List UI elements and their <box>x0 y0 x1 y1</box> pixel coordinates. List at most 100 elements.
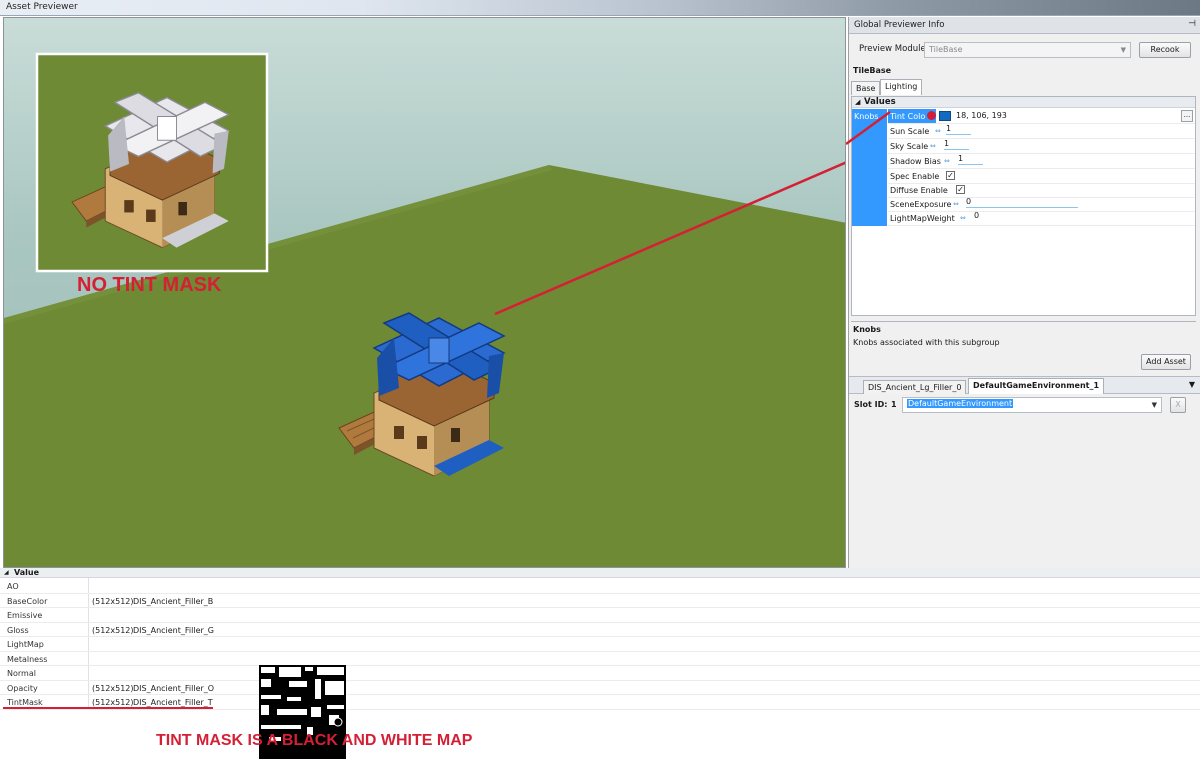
property-row-sky-scale[interactable]: Sky Scale ⇔ 1 <box>888 139 1195 154</box>
texture-slot-name: Emissive <box>7 611 43 620</box>
slot-clear-button[interactable]: X <box>1170 397 1186 413</box>
property-name-diffuse-enable: Diffuse Enable <box>890 186 948 195</box>
texture-size: (512x512) <box>92 683 134 693</box>
property-name-tint-color: Tint Colo <box>890 112 926 121</box>
property-name-lightmap-weight: LightMapWeight <box>890 214 955 223</box>
slot-environment-value: DefaultGameEnvironment <box>907 399 1014 408</box>
tab-dis-ancient-lg-filler[interactable]: DIS_Ancient_Lg_Filler_0 <box>863 380 967 394</box>
annotation-connector <box>846 110 891 146</box>
window-title-bar: Asset Previewer <box>0 0 1200 16</box>
slider-track[interactable] <box>946 134 971 135</box>
texture-file: DIS_Ancient_Filler_B <box>133 596 214 606</box>
property-value-sky-scale[interactable]: 1 <box>944 139 949 148</box>
property-name-spec-enable: Spec Enable <box>890 172 940 181</box>
tab-base[interactable]: Base <box>851 81 881 95</box>
texture-slot-name: AO <box>7 582 19 591</box>
preview-viewport[interactable]: NO TINT MASK <box>3 17 846 568</box>
tab-default-game-environment[interactable]: DefaultGameEnvironment_1 <box>968 378 1105 394</box>
texture-slot-name: TintMask <box>7 698 43 707</box>
description-title: Knobs <box>853 325 881 334</box>
texture-row-basecolor[interactable]: BaseColor (512x512) DIS_Ancient_Filler_B <box>0 594 1200 608</box>
value-header-text: Value <box>14 568 40 577</box>
property-row-diffuse-enable[interactable]: Diffuse Enable ✓ <box>888 183 1195 198</box>
color-picker-button[interactable]: ... <box>1181 110 1193 122</box>
property-value-lightmap-weight[interactable]: 0 <box>974 211 979 220</box>
texture-row-ao[interactable]: AO <box>0 579 1200 594</box>
slot-id-label: Slot ID: <box>854 400 888 409</box>
diffuse-enable-checkbox[interactable]: ✓ <box>956 185 965 194</box>
texture-row-opacity[interactable]: Opacity (512x512) DIS_Ancient_Filler_O <box>0 681 1200 695</box>
property-value-tint-color[interactable]: 18, 106, 193 <box>956 111 1007 120</box>
global-previewer-panel: Global Previewer Info ⊣ Preview Modules … <box>848 17 1200 568</box>
tab-overflow-icon[interactable]: ▼ <box>1189 380 1195 389</box>
pin-icon[interactable]: ⊣ <box>1188 19 1196 29</box>
texture-slot-name: BaseColor <box>7 596 48 606</box>
texture-file: DIS_Ancient_Filler_O <box>133 683 215 693</box>
property-row-tint-color[interactable]: Tint Colo 18, 106, 193 ... <box>888 109 1195 124</box>
property-value-sun-scale[interactable]: 1 <box>946 124 951 133</box>
values-section-header[interactable]: ◢ Values <box>852 97 1195 108</box>
slot-environment-combo[interactable]: DefaultGameEnvironment ▼ <box>902 397 1162 413</box>
property-name-sun-scale: Sun Scale <box>890 127 930 136</box>
texture-size: (512x512) <box>92 596 134 606</box>
preview-modules-label: Preview Modules <box>859 44 931 54</box>
collapse-icon[interactable]: ◢ <box>855 98 860 106</box>
slider-arrows-icon[interactable]: ⇔ <box>930 142 936 150</box>
texture-property-grid: ◢ Value AO BaseColor (512x512) DIS_Ancie… <box>0 568 1200 759</box>
property-name-shadow-bias: Shadow Bias <box>890 157 941 166</box>
texture-row-normal[interactable]: Normal <box>0 666 1200 681</box>
tintmask-underline <box>3 707 213 709</box>
texture-row-lightmap[interactable]: LightMap <box>0 637 1200 652</box>
tab-lighting[interactable]: Lighting <box>880 79 923 95</box>
texture-row-metalness[interactable]: Metalness <box>0 652 1200 666</box>
tint-mask-note: TINT MASK IS A BLACK AND WHITE MAP <box>156 732 473 749</box>
chevron-down-icon: ▼ <box>1151 401 1157 409</box>
window-title: Asset Previewer <box>6 2 78 12</box>
property-value-shadow-bias[interactable]: 1 <box>958 154 963 163</box>
panel-title: Global Previewer Info <box>854 20 945 30</box>
slider-track[interactable] <box>966 207 1078 208</box>
texture-file: DIS_Ancient_Filler_T <box>133 698 213 707</box>
inset-no-tint-preview <box>35 52 269 273</box>
slot-id-value: 1 <box>891 400 897 409</box>
environment-tab-strip: DIS_Ancient_Lg_Filler_0 DefaultGameEnvir… <box>849 376 1200 394</box>
texture-slot-name: Metalness <box>7 654 48 664</box>
no-tint-mask-label: NO TINT MASK <box>77 274 222 296</box>
color-swatch[interactable] <box>939 111 951 121</box>
texture-size: (512x512) <box>92 625 134 635</box>
property-value-scene-exposure[interactable]: 0 <box>966 197 971 206</box>
value-section-header[interactable]: ◢ Value <box>0 568 1200 578</box>
values-header-text: Values <box>864 97 896 107</box>
lighting-property-grid: ◢ Values Knobs Tint Colo 18, 106, 193 ..… <box>851 96 1196 316</box>
texture-slot-name: Opacity <box>7 683 38 693</box>
slider-track[interactable] <box>958 164 983 165</box>
property-description: Knobs Knobs associated with this subgrou… <box>851 321 1196 352</box>
property-row-spec-enable[interactable]: Spec Enable ✓ <box>888 169 1195 184</box>
description-text: Knobs associated with this subgroup <box>853 338 1000 347</box>
slider-arrows-icon[interactable]: ⇔ <box>944 157 950 165</box>
property-row-lightmap-weight[interactable]: LightMapWeight ⇔ 0 <box>888 211 1195 226</box>
texture-file: DIS_Ancient_Filler_G <box>133 625 214 635</box>
texture-slot-name: Normal <box>7 669 36 678</box>
property-name-scene-exposure: SceneExposure <box>890 200 952 209</box>
panel-header: Global Previewer Info ⊣ <box>849 17 1200 34</box>
property-row-shadow-bias[interactable]: Shadow Bias ⇔ 1 <box>888 154 1195 169</box>
collapse-icon[interactable]: ◢ <box>4 569 9 576</box>
slider-arrows-icon[interactable]: ⇔ <box>935 127 941 135</box>
preview-modules-combo[interactable]: TileBase ▼ <box>924 42 1131 58</box>
recook-button[interactable]: Recook <box>1139 42 1191 58</box>
texture-size: (512x512) <box>92 698 134 707</box>
slider-arrows-icon[interactable]: ⇔ <box>953 200 959 208</box>
texture-slot-name: Gloss <box>7 625 29 635</box>
texture-slot-name: LightMap <box>7 640 44 649</box>
slider-arrows-icon[interactable]: ⇔ <box>960 214 966 222</box>
preview-modules-value: TileBase <box>929 45 963 54</box>
property-row-scene-exposure[interactable]: SceneExposure ⇔ 0 <box>888 197 1195 212</box>
texture-row-gloss[interactable]: Gloss (512x512) DIS_Ancient_Filler_G <box>0 623 1200 637</box>
texture-row-emissive[interactable]: Emissive <box>0 608 1200 623</box>
property-row-sun-scale[interactable]: Sun Scale ⇔ 1 <box>888 124 1195 139</box>
add-asset-button[interactable]: Add Asset <box>1141 354 1191 370</box>
spec-enable-checkbox[interactable]: ✓ <box>946 171 955 180</box>
slider-track[interactable] <box>944 149 969 150</box>
group-label: TileBase <box>853 66 892 75</box>
